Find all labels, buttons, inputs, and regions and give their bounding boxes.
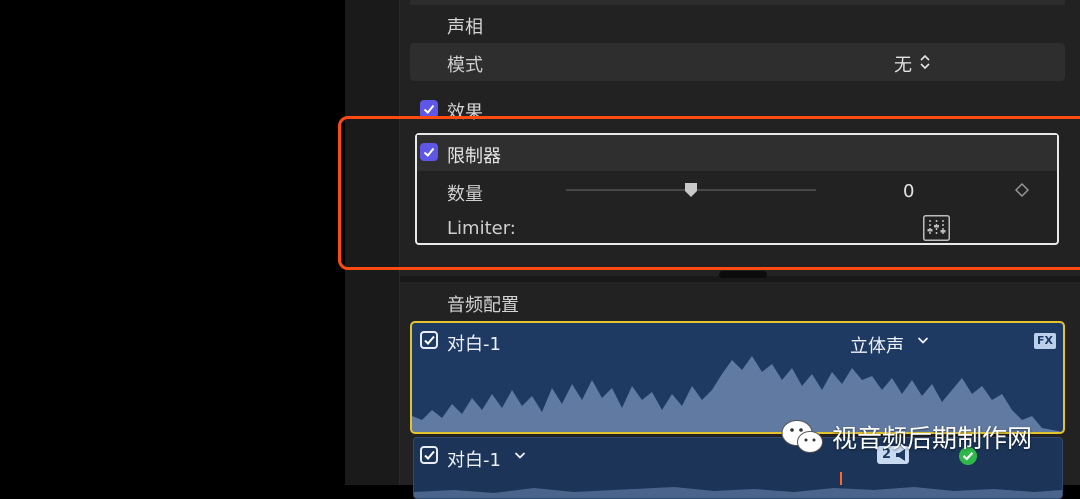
black-left-area: [0, 0, 345, 485]
audio-waveform: [414, 487, 1062, 498]
audio-subcomponent-checkbox[interactable]: [420, 446, 438, 464]
audio-subcomponent-name: 对白-1: [447, 450, 501, 471]
pan-mode-popup[interactable]: 无: [894, 51, 912, 77]
top-row-strip: [410, 0, 1065, 5]
watermark-text: 视音频后期制作网: [832, 424, 1033, 453]
wechat-logo-icon: [781, 420, 823, 453]
pan-section-label: 声相: [447, 17, 483, 38]
watermark: 视音频后期制作网: [780, 417, 1032, 457]
checkmark-icon: [423, 335, 435, 345]
pan-mode-row: [410, 43, 1065, 81]
fx-badge: FX: [1034, 333, 1056, 349]
playhead[interactable]: [840, 472, 842, 485]
annotation-highlight-frame: [338, 116, 1080, 270]
chevron-down-icon[interactable]: [514, 450, 526, 460]
resize-handle[interactable]: [719, 271, 767, 278]
audio-role-popup[interactable]: 立体声: [850, 332, 904, 358]
pan-mode-label: 模式: [447, 55, 483, 76]
updown-chevron-icon[interactable]: [919, 54, 931, 70]
audio-component-checkbox[interactable]: [420, 331, 438, 349]
checkmark-icon: [423, 104, 435, 114]
checkmark-icon: [423, 450, 435, 460]
audio-config-section-label: 音频配置: [447, 295, 519, 316]
audio-component-name: 对白-1: [447, 334, 501, 355]
chevron-down-icon[interactable]: [917, 335, 929, 345]
